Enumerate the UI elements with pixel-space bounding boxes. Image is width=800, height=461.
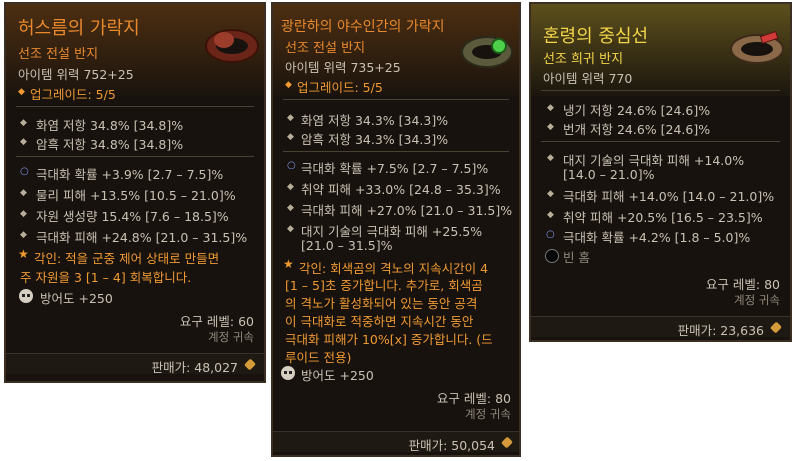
account-bound: 계정 귀속 <box>734 293 780 307</box>
affix-line: [21.0 – 31.5]% <box>301 238 393 253</box>
greater-affix-icon: ○ <box>546 229 555 240</box>
affix-bullet-icon: ◆ <box>287 224 294 234</box>
ring-image <box>730 31 784 64</box>
affix-bullet-icon: ◆ <box>20 209 27 219</box>
aspect-line: 각인: 적을 군중 제어 상태로 만들면 <box>34 251 220 266</box>
affix-bullet-icon: ◆ <box>287 132 294 142</box>
affix-line: 자원 생성량 15.4% [7.6 – 18.5]% <box>36 209 229 224</box>
item-upgrade: 업그레이드: 5/5 <box>30 87 116 102</box>
item-tooltip-1: 허스름의 가락지 선조 전설 반지 아이템 위력 752+25 ◆ 업그레이드:… <box>4 2 266 383</box>
item-tooltip-2: 광란하의 야수인간의 가락지 선조 전설 반지 아이템 위력 735+25 ◆ … <box>271 2 521 457</box>
affix-bullet-icon: ◆ <box>287 203 294 213</box>
implicit-affix: 화염 저항 34.3% [34.3]% <box>301 113 449 128</box>
aspect-line: [1 – 5]초 증가합니다. 추가로, 회색곰 <box>285 278 483 293</box>
price-row: 판매가: 48,027 <box>6 353 264 375</box>
item-tooltip-3: 혼령의 중심선 선조 희귀 반지 아이템 위력 770 ◆ 냉기 저항 24.6… <box>529 2 792 342</box>
gold-coin-icon <box>500 436 514 449</box>
affix-line: 취약 피해 +33.0% [24.8 – 35.3]% <box>301 182 501 197</box>
affix-bullet-icon: ◆ <box>547 210 554 220</box>
armor-skull-icon <box>19 289 33 303</box>
ring-image <box>205 29 259 63</box>
divider <box>16 156 254 157</box>
affix-bullet-icon: ◆ <box>20 137 27 147</box>
aspect-star-icon: ★ <box>18 247 29 261</box>
aspect-line: 이 극대화로 적중하면 지속시간 동안 <box>285 314 474 329</box>
greater-affix-icon: ○ <box>287 160 296 171</box>
affix-bullet-icon: ◆ <box>20 188 27 198</box>
item-subtitle: 선조 전설 반지 <box>18 47 99 62</box>
required-level: 요구 레벨: 80 <box>436 391 511 406</box>
affix-bullet-icon: ◆ <box>287 113 294 123</box>
gold-coin-icon <box>243 358 257 371</box>
affix-line: 극대화 피해 +24.8% [21.0 – 31.5]% <box>36 230 248 245</box>
implicit-affix: 암흑 저항 34.8% [34.8]% <box>36 137 184 152</box>
affix-bullet-icon: ◆ <box>547 189 554 199</box>
implicit-affix: 번개 저항 24.6% [24.6]% <box>563 122 711 137</box>
divider <box>541 90 780 91</box>
item-subtitle: 선조 희귀 반지 <box>543 52 624 67</box>
divider <box>283 99 509 100</box>
item-power: 아이템 위력 735+25 <box>285 60 401 75</box>
upgrade-icon: ◆ <box>285 80 292 90</box>
aspect-line: 극대화 피해가 10%[x] 증가합니다. (드 <box>285 332 493 347</box>
divider <box>541 141 780 142</box>
sell-price: 판매가: 50,054 <box>408 438 495 453</box>
implicit-affix: 암흑 저항 34.3% [34.3]% <box>301 132 449 147</box>
affix-line: 극대화 확률 +4.2% [1.8 – 5.0]% <box>563 230 751 245</box>
item-title: 허스름의 가락지 <box>18 18 140 39</box>
item-armor: 방어도 +250 <box>301 368 374 383</box>
ring-image <box>461 36 513 68</box>
socket-label: 빈 홈 <box>563 250 590 265</box>
upgrade-icon: ◆ <box>18 87 25 97</box>
greater-affix-icon: ○ <box>20 166 29 177</box>
affix-line: 극대화 피해 +27.0% [21.0 – 31.5]% <box>301 203 513 218</box>
divider <box>16 106 254 107</box>
required-level: 요구 레벨: 60 <box>179 314 254 329</box>
affix-bullet-icon: ◆ <box>20 230 27 240</box>
affix-bullet-icon: ◆ <box>287 182 294 192</box>
aspect-star-icon: ★ <box>283 257 294 271</box>
item-power: 아이템 위력 770 <box>543 71 633 86</box>
affix-line: [14.0 – 21.0]% <box>563 167 655 182</box>
required-level: 요구 레벨: 80 <box>705 277 780 292</box>
empty-socket-icon <box>545 249 559 263</box>
armor-skull-icon <box>281 366 295 380</box>
sell-price: 판매가: 23,636 <box>677 323 764 338</box>
implicit-affix: 냉기 저항 24.6% [24.6]% <box>563 103 711 118</box>
affix-line: 극대화 확률 +7.5% [2.7 – 7.5]% <box>301 161 489 176</box>
aspect-line: 의 격노가 활성화되어 있는 동안 공격 <box>285 296 478 311</box>
item-title: 광란하의 야수인간의 가락지 <box>281 19 445 35</box>
item-armor: 방어도 +250 <box>40 291 113 306</box>
affix-line: 극대화 확률 +3.9% [2.7 – 7.5]% <box>36 167 224 182</box>
item-upgrade: 업그레이드: 5/5 <box>297 80 383 95</box>
divider <box>283 151 509 152</box>
affix-line: 취약 피해 +20.5% [16.5 – 23.5]% <box>563 210 763 225</box>
sell-price: 판매가: 48,027 <box>151 360 238 375</box>
aspect-line: 주 자원을 3 [1 – 4] 회복합니다. <box>20 270 192 285</box>
item-subtitle: 선조 전설 반지 <box>285 41 366 56</box>
gold-coin-icon <box>769 321 783 334</box>
affix-bullet-icon: ◆ <box>20 118 27 128</box>
item-power: 아이템 위력 752+25 <box>18 67 134 82</box>
aspect-line: 루이드 전용) <box>285 350 352 365</box>
affix-bullet-icon: ◆ <box>547 153 554 163</box>
affix-bullet-icon: ◆ <box>547 103 554 113</box>
account-bound: 계정 귀속 <box>208 330 254 344</box>
affix-bullet-icon: ◆ <box>547 122 554 132</box>
account-bound: 계정 귀속 <box>465 407 511 421</box>
item-title: 혼령의 중심선 <box>543 26 649 47</box>
price-row: 판매가: 50,054 <box>273 431 519 453</box>
affix-line: 물리 피해 +13.5% [10.5 – 21.0]% <box>36 188 236 203</box>
implicit-affix: 화염 저항 34.8% [34.8]% <box>36 118 184 133</box>
price-row: 판매가: 23,636 <box>531 316 790 338</box>
affix-line: 극대화 피해 +14.0% [14.0 – 21.0]% <box>563 189 775 204</box>
